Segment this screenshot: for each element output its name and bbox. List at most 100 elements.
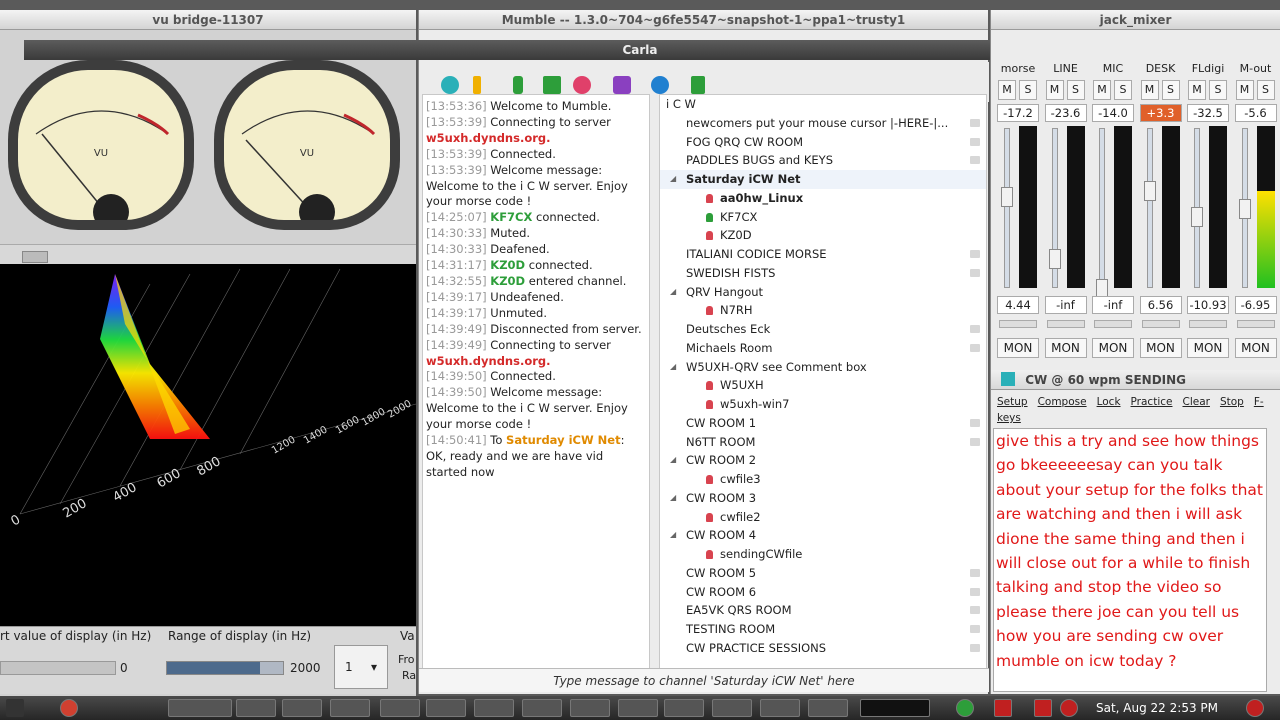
task-button[interactable] bbox=[282, 699, 322, 717]
tree-channel[interactable]: Michaels Room bbox=[660, 339, 986, 358]
solo-button[interactable]: S bbox=[1019, 80, 1037, 100]
cw-menu-item[interactable]: Compose bbox=[1038, 396, 1087, 408]
gear-icon[interactable] bbox=[651, 76, 669, 94]
task-button[interactable] bbox=[522, 699, 562, 717]
task-button[interactable] bbox=[570, 699, 610, 717]
monitor-button[interactable]: MON bbox=[1187, 338, 1229, 358]
menu-icon[interactable] bbox=[6, 699, 24, 717]
gain-value[interactable]: -10.93 bbox=[1187, 296, 1229, 314]
server-link[interactable]: w5uxh.dyndns.org. bbox=[426, 354, 551, 368]
mute-button[interactable]: M bbox=[1235, 80, 1254, 100]
tree-channel[interactable]: Deutsches Eck bbox=[660, 320, 986, 339]
expand-arrow-icon[interactable]: ◢ bbox=[670, 489, 680, 508]
tree-channel[interactable]: newcomers put your mouse cursor |-HERE-|… bbox=[660, 114, 986, 133]
solo-button[interactable]: S bbox=[1209, 80, 1227, 100]
expand-arrow-icon[interactable]: ◢ bbox=[670, 283, 680, 302]
fader-knob[interactable] bbox=[1048, 249, 1061, 269]
browser-icon[interactable] bbox=[60, 699, 78, 717]
balance-slider[interactable] bbox=[1189, 320, 1227, 328]
tree-channel[interactable]: PADDLES BUGS and KEYS bbox=[660, 151, 986, 170]
tree-channel[interactable]: N6TT ROOM bbox=[660, 433, 986, 452]
spin-box[interactable]: 1 ▾ bbox=[334, 645, 388, 689]
task-button[interactable] bbox=[380, 699, 420, 717]
tree-channel[interactable]: CW PRACTICE SESSIONS bbox=[660, 639, 986, 658]
message-input[interactable]: Type message to channel 'Saturday iCW Ne… bbox=[419, 668, 989, 692]
mute-button[interactable]: M bbox=[1140, 80, 1159, 100]
volume-fader[interactable] bbox=[1048, 128, 1061, 288]
monitor-button[interactable]: MON bbox=[1044, 338, 1087, 358]
balance-slider[interactable] bbox=[1236, 320, 1275, 328]
volume-fader[interactable] bbox=[1096, 128, 1108, 299]
tree-channel[interactable]: CW ROOM 5 bbox=[660, 564, 986, 583]
volume-fader[interactable] bbox=[1191, 128, 1203, 288]
tree-channel[interactable]: EA5VK QRS ROOM bbox=[660, 601, 986, 620]
task-button[interactable] bbox=[760, 699, 800, 717]
gain-value[interactable]: 6.56 bbox=[1139, 296, 1182, 314]
balance-slider[interactable] bbox=[1094, 320, 1132, 328]
task-button[interactable] bbox=[168, 699, 232, 717]
monitor-button[interactable]: MON bbox=[1234, 338, 1277, 358]
comment-icon[interactable] bbox=[970, 137, 980, 146]
comment-icon[interactable] bbox=[970, 118, 980, 127]
vu-slider-handle[interactable] bbox=[22, 251, 48, 263]
cw-menu-item[interactable]: Stop bbox=[1220, 396, 1244, 408]
user-name[interactable]: KZ0D bbox=[490, 258, 525, 272]
mute-button[interactable]: M bbox=[1188, 80, 1206, 100]
cw-menu-item[interactable]: Clear bbox=[1182, 396, 1209, 408]
tree-user[interactable]: cwfile3 bbox=[660, 470, 986, 489]
cw-typing-area[interactable]: give this a try and see how things go bk… bbox=[993, 428, 1267, 692]
tree-channel[interactable]: SWEDISH FISTS bbox=[660, 264, 986, 283]
comment-icon[interactable] bbox=[970, 643, 980, 652]
expand-arrow-icon[interactable]: ◢ bbox=[670, 358, 680, 377]
filter-icon[interactable] bbox=[691, 76, 705, 94]
tree-user[interactable]: sendingCWfile bbox=[660, 545, 986, 564]
solo-button[interactable]: S bbox=[1114, 80, 1132, 100]
solo-button[interactable]: S bbox=[1161, 80, 1180, 100]
tree-user[interactable]: aa0hw_Linux bbox=[660, 189, 986, 208]
tree-channel[interactable]: ◢ CW ROOM 3 bbox=[660, 489, 986, 508]
tree-channel[interactable]: CW ROOM 1 bbox=[660, 414, 986, 433]
task-button[interactable] bbox=[236, 699, 276, 717]
comment-icon[interactable] bbox=[970, 418, 980, 427]
fader-knob[interactable] bbox=[1191, 207, 1203, 227]
expand-arrow-icon[interactable]: ◢ bbox=[670, 526, 680, 545]
cw-menu-item[interactable]: Practice bbox=[1131, 396, 1173, 408]
clock[interactable]: Sat, Aug 22 2:53 PM bbox=[1096, 696, 1218, 720]
power-icon[interactable] bbox=[1246, 699, 1264, 717]
tree-user[interactable]: KZ0D bbox=[660, 226, 986, 245]
comment-icon[interactable] bbox=[970, 250, 980, 258]
tree-channel[interactable]: ◢ CW ROOM 2 bbox=[660, 451, 986, 470]
gain-value[interactable]: 4.44 bbox=[997, 296, 1039, 314]
info-icon[interactable] bbox=[473, 76, 481, 94]
tree-channel[interactable]: ITALIANI CODICE MORSE bbox=[660, 245, 986, 264]
task-button[interactable] bbox=[474, 699, 514, 717]
task-button[interactable] bbox=[426, 699, 466, 717]
tree-channel[interactable]: ◢ QRV Hangout bbox=[660, 283, 986, 302]
fader-knob[interactable] bbox=[1238, 199, 1251, 219]
gain-value[interactable]: -inf bbox=[1092, 296, 1134, 314]
mute-button[interactable]: M bbox=[1093, 80, 1111, 100]
solo-button[interactable]: S bbox=[1066, 80, 1085, 100]
tree-channel[interactable]: ◢ Saturday iCW Net bbox=[660, 170, 986, 189]
server-link[interactable]: w5uxh.dyndns.org. bbox=[426, 131, 551, 145]
task-button[interactable] bbox=[664, 699, 704, 717]
balance-slider[interactable] bbox=[999, 320, 1037, 328]
tree-user[interactable]: KF7CX bbox=[660, 208, 986, 227]
task-button[interactable] bbox=[712, 699, 752, 717]
range-slider[interactable] bbox=[166, 661, 284, 675]
shield-icon[interactable] bbox=[956, 699, 974, 717]
speaker-icon[interactable] bbox=[543, 76, 561, 94]
tray-icon[interactable] bbox=[1060, 699, 1078, 717]
volume-fader[interactable] bbox=[1238, 128, 1251, 288]
comment-icon[interactable] bbox=[970, 325, 980, 333]
volume-fader[interactable] bbox=[1143, 128, 1156, 288]
tree-channel[interactable]: ◢ CW ROOM 4 bbox=[660, 526, 986, 545]
task-button[interactable] bbox=[330, 699, 370, 717]
comment-icon[interactable] bbox=[970, 606, 980, 615]
balance-slider[interactable] bbox=[1141, 320, 1180, 328]
mute-button[interactable]: M bbox=[1045, 80, 1064, 100]
balance-slider[interactable] bbox=[1046, 320, 1085, 328]
cw-menu-item[interactable]: Setup bbox=[997, 396, 1028, 408]
fader-knob[interactable] bbox=[1143, 181, 1156, 201]
task-button[interactable] bbox=[618, 699, 658, 717]
